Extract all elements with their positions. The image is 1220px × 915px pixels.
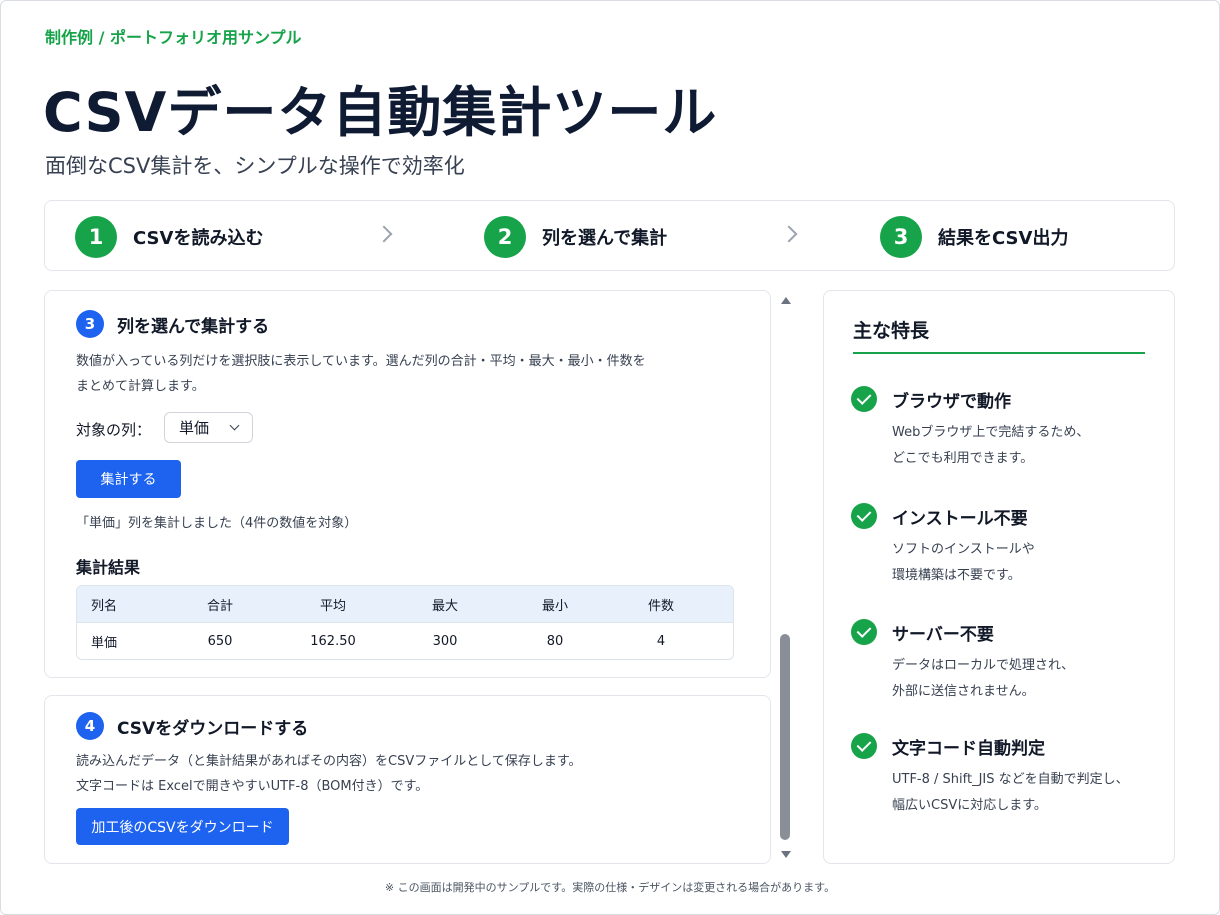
- step-2-label: 列を選んで集計: [542, 227, 668, 249]
- feature-description: データはローカルで処理され、 外部に送信されません。: [892, 653, 1074, 705]
- feature-description: ソフトのインストールや 環境構築は不要です。: [892, 537, 1035, 589]
- step-1: 1 CSVを読み込む: [75, 201, 263, 272]
- aggregate-description: 数値が入っている列だけを選択肢に表示しています。選んだ列の合計・平均・最大・最小…: [76, 349, 646, 399]
- features-title: 主な特長: [853, 320, 930, 342]
- table-cell: 4: [656, 634, 666, 649]
- step-2-number: 2: [484, 215, 526, 258]
- feature-description: UTF-8 / Shift_JIS などを自動で判定し、 幅広いCSVに対応しま…: [892, 767, 1129, 819]
- feature-name: サーバー不要: [892, 625, 994, 645]
- table-header: 列名: [91, 598, 118, 614]
- step-3: 3 結果をCSV出力: [880, 201, 1068, 272]
- table-header: 平均: [319, 598, 347, 614]
- table-cell: 650: [207, 634, 233, 649]
- download-header: 4 CSVをダウンロードする: [76, 712, 308, 740]
- feature-name: ブラウザで動作: [892, 392, 1011, 412]
- scrollbar[interactable]: [778, 292, 792, 864]
- aggregate-step-number: 3: [76, 310, 104, 338]
- step-3-label: 結果をCSV出力: [938, 227, 1069, 249]
- download-desc-line-1: 読み込んだデータ（と集計結果があればその内容）をCSVファイルとして保存します。: [76, 754, 582, 769]
- feature-name: 文字コード自動判定: [892, 739, 1045, 759]
- table-cell: 80: [546, 634, 564, 649]
- feature-desc-line: 環境構築は不要です。: [892, 568, 1021, 583]
- result-table: 列名 合計 平均 最大 最小 件数 単価 650 162.50 300 80 4: [76, 585, 734, 660]
- chevron-down-icon: [229, 420, 240, 431]
- feature-name: インストール不要: [892, 509, 1028, 529]
- feature-desc-line: ソフトのインストールや: [892, 542, 1035, 557]
- result-title: 集計結果: [76, 558, 141, 577]
- check-circle-icon: [851, 503, 877, 529]
- step-3-number: 3: [880, 215, 922, 258]
- feature-desc-line: UTF-8 / Shift_JIS などを自動で判定し、: [892, 772, 1129, 787]
- aggregate-title: 列を選んで集計する: [117, 316, 270, 337]
- feature-desc-line: 幅広いCSVに対応します。: [892, 798, 1047, 813]
- table-cell: 単価: [91, 636, 118, 651]
- table-cell: 162.50: [310, 634, 356, 649]
- aggregate-desc-line-2: まとめて計算します。: [76, 379, 205, 394]
- aggregate-header: 3 列を選んで集計する: [76, 310, 269, 338]
- table-header: 件数: [647, 598, 675, 614]
- column-select-value: 単価: [179, 419, 210, 437]
- table-header: 合計: [206, 598, 234, 614]
- page-subtitle: 面倒なCSV集計を、シンプルな操作で効率化: [45, 154, 465, 178]
- download-section: 4 CSVをダウンロードする 読み込んだデータ（と集計結果があればその内容）をC…: [44, 695, 771, 864]
- download-description: 読み込んだデータ（と集計結果があればその内容）をCSVファイルとして保存します。…: [76, 749, 582, 799]
- step-1-label: CSVを読み込む: [133, 227, 264, 249]
- check-circle-icon: [851, 733, 877, 759]
- download-step-number: 4: [76, 712, 104, 740]
- step-1-number: 1: [75, 215, 117, 258]
- download-title: CSVをダウンロードする: [117, 718, 309, 739]
- scrollbar-thumb[interactable]: [780, 634, 790, 840]
- feature-desc-line: Webブラウザ上で完結するため、: [892, 425, 1090, 440]
- feature-desc-line: どこでも利用できます。: [892, 451, 1034, 466]
- column-select-label: 対象の列：: [76, 421, 152, 439]
- download-button[interactable]: 加工後のCSVをダウンロード: [76, 808, 289, 845]
- table-row: 単価 650 162.50 300 80 4: [77, 623, 733, 659]
- table-header: 最小: [541, 598, 569, 614]
- step-indicator: 1 CSVを読み込む 2 列を選んで集計 3 結果をCSV出力: [44, 200, 1175, 271]
- chevron-right-icon: [780, 225, 798, 243]
- check-circle-icon: [851, 619, 877, 645]
- step-2: 2 列を選んで集計: [484, 201, 667, 272]
- footnote: ※ この画面は開発中のサンプルです。実際の仕様・デザインは変更される場合がありま…: [384, 881, 836, 894]
- aggregate-desc-line-1: 数値が入っている列だけを選択肢に表示しています。選んだ列の合計・平均・最大・最小…: [76, 354, 646, 369]
- scroll-down-arrow-icon[interactable]: [781, 851, 791, 858]
- aggregate-button[interactable]: 集計する: [76, 460, 181, 498]
- table-cell: 300: [432, 634, 458, 649]
- breadcrumb: 制作例 / ポートフォリオ用サンプル: [45, 28, 302, 47]
- feature-description: Webブラウザ上で完結するため、 どこでも利用できます。: [892, 420, 1089, 472]
- download-desc-line-2: 文字コードは Excelで開きやすいUTF-8（BOM付き）です。: [76, 779, 429, 794]
- page-title: CSVデータ自動集計ツール: [43, 81, 718, 144]
- table-header-row: 列名 合計 平均 最大 最小 件数: [77, 586, 733, 623]
- aggregate-status: 「単価」列を集計しました（4件の数値を対象）: [76, 516, 358, 531]
- feature-desc-line: 外部に送信されません。: [892, 684, 1035, 699]
- features-divider: [853, 352, 1145, 354]
- column-select[interactable]: 単価: [164, 412, 253, 443]
- feature-desc-line: データはローカルで処理され、: [892, 658, 1075, 673]
- scroll-up-arrow-icon[interactable]: [781, 297, 791, 304]
- check-circle-icon: [851, 386, 877, 412]
- chevron-right-icon: [375, 225, 393, 243]
- aggregate-section: 3 列を選んで集計する 数値が入っている列だけを選択肢に表示しています。選んだ列…: [44, 290, 771, 678]
- table-header: 最大: [431, 598, 459, 614]
